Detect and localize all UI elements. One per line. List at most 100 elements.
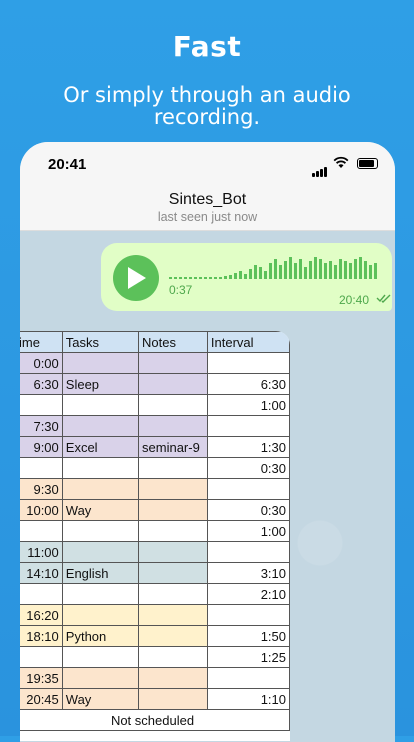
chat-status: last seen just now xyxy=(157,210,258,224)
table-cell-task: Python xyxy=(61,625,140,647)
waveform-bar xyxy=(314,257,317,279)
table-row: 0:30 xyxy=(20,457,290,479)
read-checkmarks-icon xyxy=(376,294,391,303)
table-cell-note: seminar-9 xyxy=(138,436,208,458)
table-cell-task xyxy=(61,478,140,500)
table-cell-time: 10:00 xyxy=(20,499,63,521)
table-cell-interval: 1:00 xyxy=(206,520,290,542)
phone-frame: 20:41 Sintes_Bot last seen just now 0:37… xyxy=(20,142,395,742)
play-icon xyxy=(128,267,146,289)
status-time: 20:41 xyxy=(48,156,87,173)
table-cell-note xyxy=(138,457,208,479)
waveform-bar xyxy=(284,261,287,279)
table-cell-time: 6:30 xyxy=(20,373,63,395)
table-row: 7:30 xyxy=(20,415,290,437)
chat-name: Sintes_Bot xyxy=(168,191,247,208)
header-interval: Interval xyxy=(206,331,290,353)
table-row: 14:10 English 3:10 xyxy=(20,562,290,584)
table-cell-interval xyxy=(206,604,290,626)
waveform-bar xyxy=(294,263,297,279)
table-cell-task: Way xyxy=(61,499,140,521)
table-cell-interval: 0:30 xyxy=(206,499,290,521)
table-cell-interval: 1:10 xyxy=(206,688,290,710)
table-cell-interval: 2:10 xyxy=(206,583,290,605)
table-cell-interval xyxy=(206,415,290,437)
table-cell-note xyxy=(138,667,208,689)
table-cell-interval: 1:00 xyxy=(206,394,290,416)
waveform-bar xyxy=(364,261,367,279)
waveform-bar xyxy=(179,277,182,279)
table-cell-time xyxy=(20,646,63,668)
table-cell-task xyxy=(61,604,140,626)
waveform-bar xyxy=(169,277,172,279)
waveform-bar xyxy=(374,263,377,279)
waveform-bar xyxy=(249,269,252,279)
table-cell-note xyxy=(138,499,208,521)
waveform-bar xyxy=(269,263,272,279)
table-cell-note xyxy=(138,583,208,605)
table-cell-note xyxy=(138,352,208,374)
table-cell-note xyxy=(138,688,208,710)
table-cell-note xyxy=(138,625,208,647)
battery-icon xyxy=(357,158,378,169)
waveform-bar xyxy=(304,267,307,279)
waveform-bar xyxy=(204,277,207,279)
table-cell-time: 14:10 xyxy=(20,562,63,584)
waveform-bar xyxy=(229,275,232,279)
play-button[interactable] xyxy=(113,255,159,301)
table-row: 16:20 xyxy=(20,604,290,626)
waveform-bar xyxy=(224,276,227,279)
table-cell-note xyxy=(138,541,208,563)
table-row: 2:10 xyxy=(20,583,290,605)
voice-message-bubble[interactable]: 0:37 20:40 xyxy=(101,243,392,311)
waveform-bar xyxy=(339,259,342,279)
table-cell-interval xyxy=(206,541,290,563)
chat-header[interactable]: Sintes_Bot last seen just now xyxy=(20,182,395,231)
schedule-image[interactable]: ime Tasks Notes Interval 0:00 6:30 Sleep 6:… xyxy=(20,331,290,741)
table-cell-task xyxy=(61,520,140,542)
waveform-bar xyxy=(239,271,242,279)
table-cell-interval: 1:50 xyxy=(206,625,290,647)
promo-subline: Or simply through an audio recording. xyxy=(63,83,351,129)
waveform-bar xyxy=(309,261,312,279)
table-cell-task xyxy=(61,394,140,416)
signal-icon xyxy=(312,159,328,177)
table-cell-note xyxy=(138,478,208,500)
table-cell-note xyxy=(138,562,208,584)
table-cell-time: 16:20 xyxy=(20,604,63,626)
table-row: 18:10 Python 1:50 xyxy=(20,625,290,647)
table-cell-note xyxy=(138,373,208,395)
waveform-bar xyxy=(174,277,177,279)
waveform-bar xyxy=(369,265,372,279)
waveform-bar xyxy=(209,277,212,279)
table-cell-interval: 1:30 xyxy=(206,436,290,458)
table-row: 11:00 xyxy=(20,541,290,563)
table-row: 19:35 xyxy=(20,667,290,689)
status-bar: 20:41 xyxy=(20,142,395,182)
waveform-bar xyxy=(299,259,302,279)
table-cell-interval: 6:30 xyxy=(206,373,290,395)
waveform-bar xyxy=(264,271,267,279)
table-cell-time: 20:45 xyxy=(20,688,63,710)
waveform-bar xyxy=(214,277,217,279)
table-cell-time xyxy=(20,394,63,416)
waveform-bar xyxy=(354,259,357,279)
schedule-table: ime Tasks Notes Interval 0:00 6:30 Sleep 6:… xyxy=(20,331,290,731)
table-cell-time: 11:00 xyxy=(20,541,63,563)
table-cell-interval: 0:30 xyxy=(206,457,290,479)
table-cell-note xyxy=(138,415,208,437)
waveform[interactable] xyxy=(169,257,384,279)
waveform-bar xyxy=(349,263,352,279)
table-cell-time: 0:00 xyxy=(20,352,63,374)
waveform-bar xyxy=(184,277,187,279)
waveform-bar xyxy=(279,265,282,279)
promo-headline: Fast xyxy=(172,30,242,63)
table-row: 1:00 xyxy=(20,394,290,416)
wifi-icon xyxy=(333,156,349,168)
table-cell-interval xyxy=(206,478,290,500)
table-cell-note xyxy=(138,520,208,542)
table-row: 20:45 Way 1:10 xyxy=(20,688,290,710)
waveform-bar xyxy=(344,261,347,279)
table-cell-task xyxy=(61,583,140,605)
table-cell-task xyxy=(61,415,140,437)
